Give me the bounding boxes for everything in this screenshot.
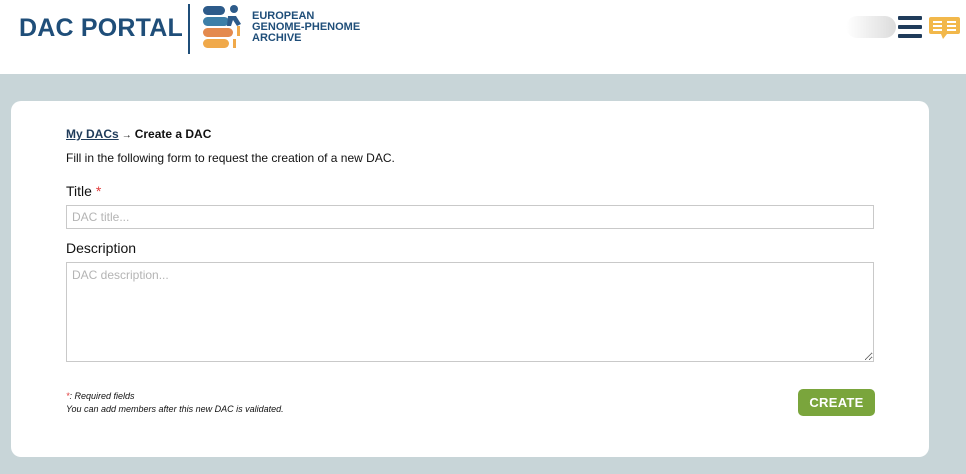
breadcrumb-my-dacs-link[interactable]: My DACs [66,127,119,141]
description-label: Description [66,240,137,256]
title-input[interactable] [66,205,874,229]
menu-bar-bottom [898,34,922,38]
chat-icon[interactable] [929,15,960,41]
menu-icon[interactable] [898,16,922,38]
form-notes: *: Required fields You can add members a… [66,390,284,416]
portal-title[interactable]: DAC PORTAL [19,14,183,43]
breadcrumb-arrow-icon: → [121,130,132,141]
breadcrumb-current: Create a DAC [134,127,212,141]
ega-logo-line-3: ARCHIVE [252,32,302,44]
members-note: You can add members after this new DAC i… [66,404,284,414]
description-input[interactable] [66,262,874,362]
intro-text: Fill in the following form to request th… [66,151,395,165]
menu-bar-top [898,16,922,20]
header-divider [188,4,190,54]
title-label-text: Title [66,183,92,199]
create-button[interactable]: CREATE [798,389,875,416]
menu-bar-middle [898,25,922,29]
title-label: Title * [66,183,101,199]
required-fields-note: *: Required fields [66,390,284,403]
ega-logo-text[interactable]: EUROPEAN GENOME-PHENOME ARCHIVE [252,11,360,44]
required-marker: * [95,183,102,199]
ega-logo-icon[interactable] [203,4,247,52]
required-note-text: : Required fields [69,391,135,401]
create-dac-card: My DACs → Create a DAC Fill in the followi… [11,101,929,457]
theme-toggle[interactable] [846,16,896,38]
top-bar: DAC PORTAL EUROPEAN GENOME-PHENOME ARCHI… [0,0,966,74]
breadcrumb: My DACs → Create a DAC [66,127,211,141]
